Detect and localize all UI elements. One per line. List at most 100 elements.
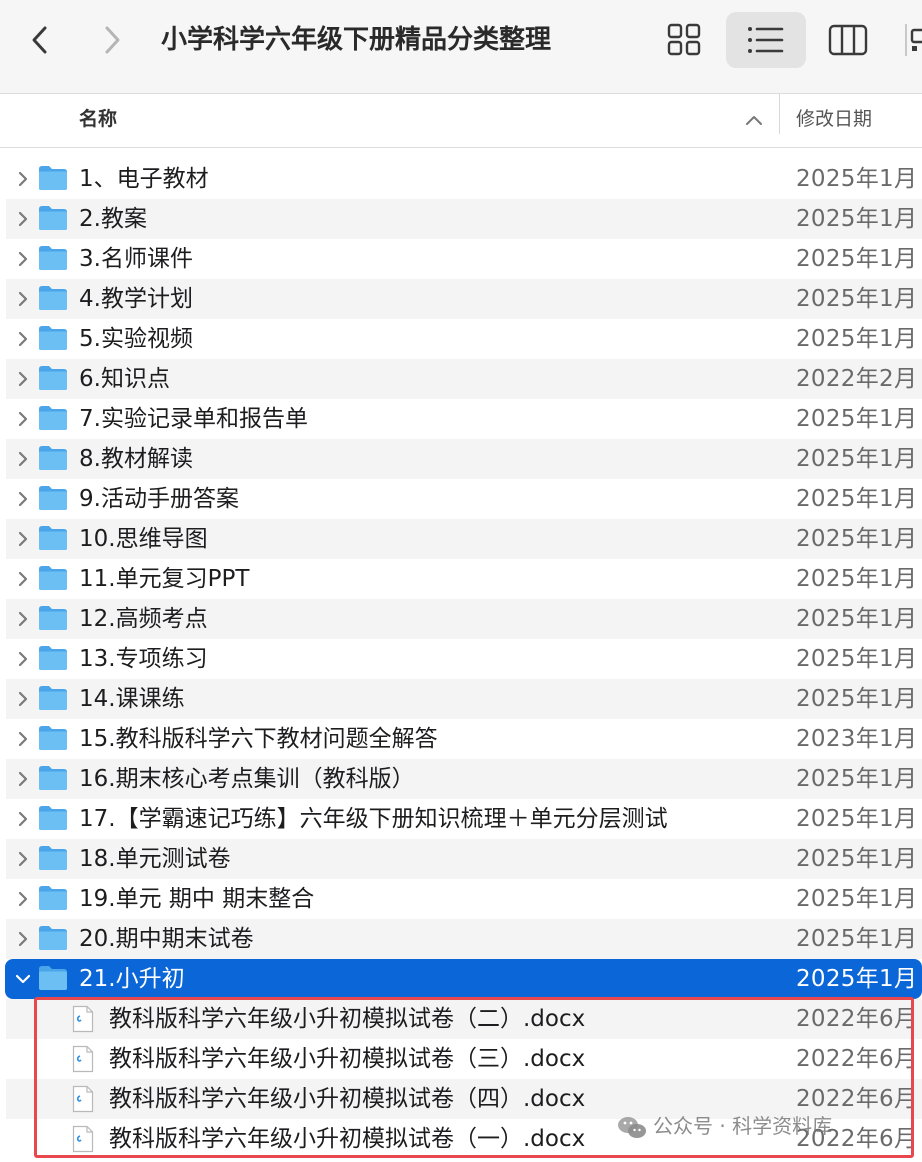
chevron-right-icon[interactable] [14, 490, 32, 508]
file-row[interactable]: 教科版科学六年级小升初模拟试卷（三）.docx 2022年6月 [0, 1039, 922, 1079]
folder-row[interactable]: 10.思维导图 2025年1月 [0, 519, 922, 559]
chevron-right-icon[interactable] [14, 530, 32, 548]
chevron-right-icon[interactable] [14, 370, 32, 388]
folder-icon [39, 326, 67, 350]
modified-date: 2025年1月 [796, 246, 918, 272]
folder-row[interactable]: 15.教科版科学六下教材问题全解答 2023年1月 [0, 719, 922, 759]
folder-row[interactable]: 13.专项练习 2025年1月 [0, 639, 922, 679]
chevron-right-icon[interactable] [14, 890, 32, 908]
chevron-down-icon[interactable] [14, 970, 32, 988]
folder-icon [39, 446, 67, 470]
modified-date: 2022年2月 [796, 366, 918, 392]
folder-icon [39, 486, 67, 510]
chevron-right-icon[interactable] [14, 250, 32, 268]
modified-date: 2025年1月 [796, 926, 918, 952]
folder-icon [39, 366, 67, 390]
modified-date: 2025年1月 [796, 446, 918, 472]
folder-name: 16.期末核心考点集训（教科版） [79, 766, 415, 792]
chevron-right-icon[interactable] [14, 410, 32, 428]
name-column-header[interactable]: 名称 [79, 94, 117, 147]
folder-row[interactable]: 5.实验视频 2025年1月 [0, 319, 922, 359]
folder-row[interactable]: 20.期中期末试卷 2025年1月 [0, 919, 922, 959]
folder-icon [39, 246, 67, 270]
back-button[interactable] [20, 20, 60, 60]
folder-row[interactable]: 1、电子教材 2025年1月 [0, 159, 922, 199]
folder-row[interactable]: 3.名师课件 2025年1月 [0, 239, 922, 279]
chevron-right-icon[interactable] [14, 850, 32, 868]
chevron-right-icon[interactable] [14, 730, 32, 748]
gallery-view-icon [905, 24, 922, 56]
modified-date: 2025年1月 [796, 166, 918, 192]
modified-date: 2022年6月 [796, 1006, 918, 1032]
chevron-right-icon[interactable] [14, 450, 32, 468]
wechat-icon [618, 1116, 646, 1138]
folder-name: 21.小升初 [79, 966, 185, 992]
file-name: 教科版科学六年级小升初模拟试卷（三）.docx [109, 1046, 586, 1072]
modified-date: 2025年1月 [796, 886, 918, 912]
folder-name: 13.专项练习 [79, 646, 208, 672]
modified-date: 2025年1月 [796, 646, 918, 672]
chevron-right-icon[interactable] [14, 330, 32, 348]
column-view-button[interactable] [808, 12, 888, 68]
date-column-header[interactable]: 修改日期 [796, 94, 872, 147]
chevron-right-icon[interactable] [14, 610, 32, 628]
file-row[interactable]: 教科版科学六年级小升初模拟试卷（二）.docx 2022年6月 [0, 999, 922, 1039]
folder-name: 3.名师课件 [79, 246, 193, 272]
folder-name: 1、电子教材 [79, 166, 209, 192]
folder-icon [39, 966, 67, 990]
folder-row[interactable]: 8.教材解读 2025年1月 [0, 439, 922, 479]
chevron-right-icon[interactable] [14, 650, 32, 668]
chevron-right-icon[interactable] [14, 810, 32, 828]
modified-date: 2023年1月 [796, 726, 918, 752]
chevron-right-icon[interactable] [14, 770, 32, 788]
folder-row[interactable]: 9.活动手册答案 2025年1月 [0, 479, 922, 519]
chevron-up-icon[interactable] [744, 111, 764, 131]
forward-button[interactable] [92, 20, 132, 60]
modified-date: 2025年1月 [796, 206, 918, 232]
folder-icon [39, 766, 67, 790]
folder-icon [39, 686, 67, 710]
folder-row[interactable]: 21.小升初 2025年1月 [5, 959, 922, 999]
chevron-right-icon[interactable] [14, 570, 32, 588]
folder-name: 14.课课练 [79, 686, 185, 712]
folder-name: 18.单元测试卷 [79, 846, 231, 872]
list-view-button[interactable] [726, 12, 806, 68]
folder-row[interactable]: 4.教学计划 2025年1月 [0, 279, 922, 319]
chevron-right-icon[interactable] [14, 930, 32, 948]
gallery-view-button[interactable] [900, 12, 922, 68]
chevron-right-icon[interactable] [14, 290, 32, 308]
file-list: 1、电子教材 2025年1月 2.教案 2025年1月 3.名师课件 2025年1月 4.教… [0, 159, 922, 1159]
modified-date: 2025年1月 [796, 406, 918, 432]
folder-name: 20.期中期末试卷 [79, 926, 254, 952]
folder-row[interactable]: 18.单元测试卷 2025年1月 [0, 839, 922, 879]
chevron-right-icon[interactable] [14, 170, 32, 188]
chevron-left-icon [32, 26, 47, 54]
modified-date: 2025年1月 [796, 966, 918, 992]
folder-name: 10.思维导图 [79, 526, 208, 552]
chevron-right-icon[interactable] [14, 690, 32, 708]
folder-row[interactable]: 12.高频考点 2025年1月 [0, 599, 922, 639]
modified-date: 2025年1月 [796, 686, 918, 712]
folder-row[interactable]: 2.教案 2025年1月 [0, 199, 922, 239]
folder-row[interactable]: 6.知识点 2022年2月 [0, 359, 922, 399]
modified-date: 2025年1月 [796, 326, 918, 352]
folder-row[interactable]: 11.单元复习PPT 2025年1月 [0, 559, 922, 599]
folder-row[interactable]: 14.课课练 2025年1月 [0, 679, 922, 719]
folder-row[interactable]: 7.实验记录单和报告单 2025年1月 [0, 399, 922, 439]
column-divider[interactable] [779, 94, 780, 134]
file-name: 教科版科学六年级小升初模拟试卷（二）.docx [109, 1006, 586, 1032]
file-name: 教科版科学六年级小升初模拟试卷（一）.docx [109, 1126, 586, 1152]
toolbar: 小学科学六年级下册精品分类整理 [0, 0, 922, 94]
folder-row[interactable]: 16.期末核心考点集训（教科版） 2025年1月 [0, 759, 922, 799]
grid-view-button[interactable] [645, 12, 725, 68]
folder-icon [39, 646, 67, 670]
folder-icon [39, 926, 67, 950]
modified-date: 2025年1月 [796, 566, 918, 592]
folder-name: 15.教科版科学六下教材问题全解答 [79, 726, 438, 752]
chevron-right-icon[interactable] [14, 210, 32, 228]
document-icon [72, 1005, 94, 1033]
folder-row[interactable]: 19.单元 期中 期末整合 2025年1月 [0, 879, 922, 919]
folder-name: 7.实验记录单和报告单 [79, 406, 308, 432]
folder-name: 4.教学计划 [79, 286, 193, 312]
folder-row[interactable]: 17.【学霸速记巧练】六年级下册知识梳理＋单元分层测试 2025年1月 [0, 799, 922, 839]
